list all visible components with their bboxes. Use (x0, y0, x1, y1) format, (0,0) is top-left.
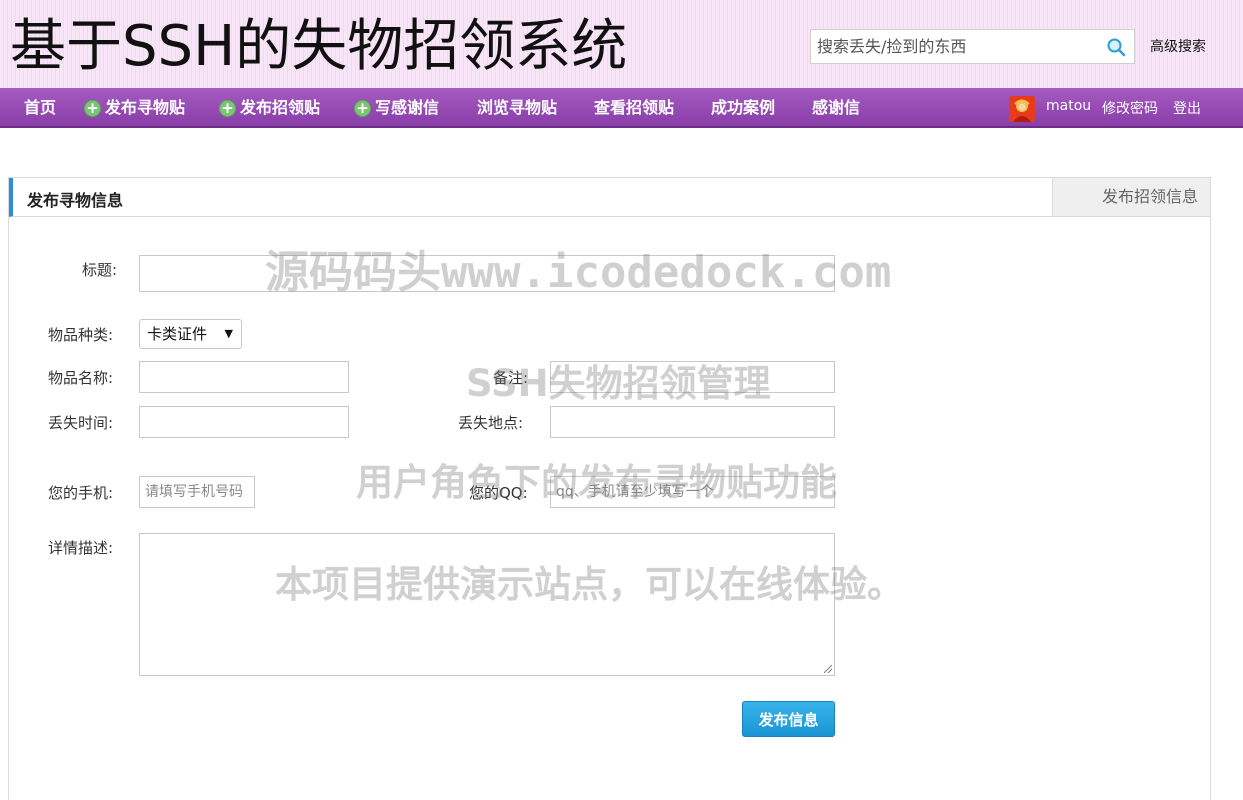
chevron-down-icon: ▼ (224, 327, 233, 340)
category-selected-value: 卡类证件 (147, 325, 208, 343)
nav-thanks-letters-label: 感谢信 (812, 98, 861, 117)
nav-success-cases-label: 成功案例 (711, 98, 776, 117)
search-input[interactable] (810, 29, 1098, 64)
header: 基于SSH的失物招领系统 高级搜索 (0, 0, 1243, 88)
submit-button[interactable]: 发布信息 (742, 701, 835, 737)
site-title: 基于SSH的失物招领系统 (10, 14, 628, 79)
lost-place-label: 丢失地点: (458, 414, 524, 432)
nav-write-thanks-label: 写感谢信 (375, 98, 440, 117)
detail-textarea[interactable] (139, 533, 835, 676)
remark-label: 备注: (493, 369, 529, 387)
panel-title: 发布寻物信息 (27, 191, 124, 210)
nav-browse-lost-label: 浏览寻物贴 (477, 98, 558, 117)
nav-post-lost[interactable]: + 发布寻物贴 (84, 88, 185, 128)
nav-browse-lost[interactable]: 浏览寻物贴 (477, 88, 557, 128)
category-label: 物品种类: (48, 326, 114, 344)
plus-icon: + (84, 99, 101, 117)
nav-success-cases[interactable]: 成功案例 (711, 88, 775, 128)
phone-input[interactable] (139, 476, 255, 508)
search-button[interactable] (1097, 29, 1135, 64)
panel-header: 发布寻物信息 发布招领信息 (9, 178, 1210, 217)
nav-view-found[interactable]: 查看招领贴 (594, 88, 674, 128)
tab-post-found-info[interactable]: 发布招领信息 (1052, 178, 1210, 216)
avatar[interactable] (1009, 96, 1035, 122)
remark-input[interactable] (550, 361, 835, 393)
nav-home-label: 首页 (24, 98, 57, 117)
logout-link[interactable]: 登出 (1173, 98, 1201, 118)
nav-home[interactable]: 首页 (24, 88, 56, 128)
detail-label: 详情描述: (48, 539, 114, 557)
advanced-search-link[interactable]: 高级搜索 (1150, 36, 1206, 56)
username-link[interactable]: matou (1046, 98, 1091, 114)
item-name-input[interactable] (139, 361, 349, 393)
phone-label: 您的手机: (48, 484, 114, 502)
title-input[interactable] (139, 255, 835, 292)
resize-handle-icon[interactable] (824, 665, 832, 673)
plus-icon: + (219, 99, 236, 117)
user-avatar-icon (1009, 96, 1035, 122)
category-select[interactable]: 卡类证件 ▼ (139, 319, 242, 349)
nav-post-lost-label: 发布寻物贴 (105, 98, 186, 117)
qq-input[interactable] (550, 476, 835, 508)
lost-time-label: 丢失时间: (48, 414, 114, 432)
title-label: 标题: (82, 261, 118, 279)
nav-post-found-label: 发布招领贴 (240, 98, 321, 117)
lost-time-input[interactable] (139, 406, 349, 438)
qq-label: 您的QQ: (469, 484, 528, 502)
nav-view-found-label: 查看招领贴 (594, 98, 675, 117)
search-icon (1107, 38, 1125, 56)
change-password-link[interactable]: 修改密码 (1102, 98, 1158, 118)
nav-post-found[interactable]: + 发布招领贴 (219, 88, 320, 128)
nav-thanks-letters[interactable]: 感谢信 (812, 88, 860, 128)
plus-icon: + (354, 99, 371, 117)
nav-write-thanks[interactable]: + 写感谢信 (354, 88, 439, 128)
lost-place-input[interactable] (550, 406, 835, 438)
item-name-label: 物品名称: (48, 369, 114, 387)
